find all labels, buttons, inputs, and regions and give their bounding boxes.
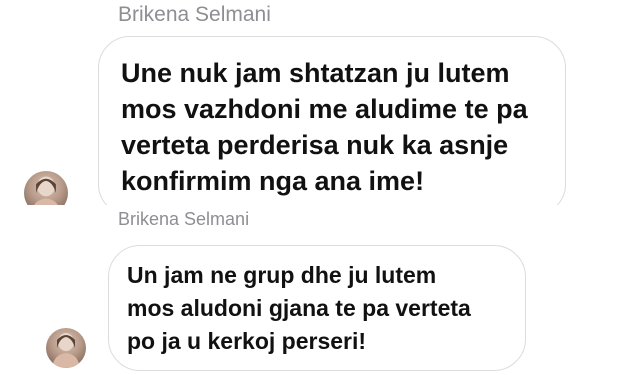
- message-bubble[interactable]: Un jam ne grup dhe ju lutem mos aludoni …: [108, 245, 526, 371]
- message-group-2: Brikena Selmani Un jam ne grup dhe ju lu…: [0, 205, 640, 375]
- message-line: Une nuk jam shtatzan ju lutem: [121, 58, 510, 88]
- message-group-1: Brikena Selmani Une nuk jam shtatzan ju …: [0, 0, 640, 208]
- avatar[interactable]: [46, 328, 86, 368]
- sender-name: Brikena Selmani: [118, 3, 271, 26]
- message-line: konfirmim nga ana ime!: [121, 166, 425, 196]
- sender-name: Brikena Selmani: [118, 209, 250, 229]
- message-bubble[interactable]: Une nuk jam shtatzan ju lutem mos vazhdo…: [98, 36, 566, 208]
- message-line: Un jam ne grup dhe ju lutem: [127, 262, 437, 288]
- message-line: verteta perderisa nuk ka asnje: [121, 130, 509, 160]
- avatar[interactable]: [24, 171, 68, 208]
- message-line: mos vazhdoni me aludime te pa: [121, 94, 528, 124]
- profile-photo-avatar-icon: [52, 333, 80, 368]
- message-line: po ja u kerkoj perseri!: [127, 328, 367, 354]
- profile-photo-avatar-icon: [32, 176, 60, 208]
- message-line: mos aludoni gjana te pa verteta: [127, 295, 471, 321]
